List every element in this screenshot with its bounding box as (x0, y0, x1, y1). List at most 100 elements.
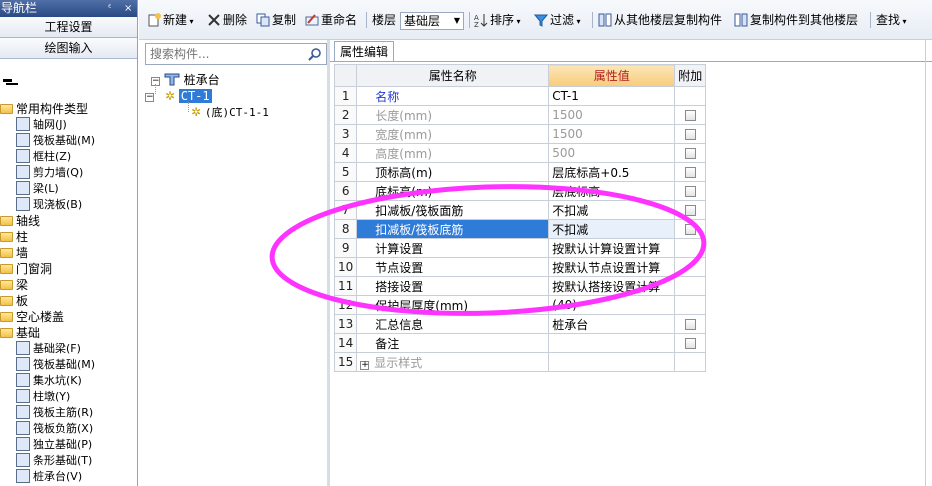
property-name-cell: 底标高(m) (356, 181, 550, 201)
tab-property-edit[interactable]: 属性编辑 (334, 41, 394, 62)
tree-child-node[interactable]: − ✲ CT-1 (145, 88, 212, 104)
property-row[interactable]: 5 顶标高(m) 层底标高+0.5 (333, 162, 707, 182)
property-row[interactable]: 10 节点设置 按默认节点设置计算 (333, 257, 707, 277)
property-value-cell[interactable]: (40) (548, 295, 676, 315)
nav-item[interactable]: 基础梁(F) (16, 341, 81, 357)
property-value-cell[interactable]: 1500 (548, 124, 676, 144)
rename-button[interactable]: 重命名 (305, 10, 357, 30)
property-value-cell[interactable]: 按默认节点设置计算 (548, 257, 676, 277)
nav-folder[interactable]: 门窗洞 (0, 261, 52, 277)
property-name-cell: 顶标高(m) (356, 162, 550, 182)
property-value: 层底标高 (552, 184, 601, 199)
delete-button[interactable]: 删除 (207, 10, 247, 30)
nav-item[interactable]: 筏板基础(M) (16, 357, 95, 373)
nav-item[interactable]: 桩承台(V) (16, 469, 82, 485)
property-value-cell[interactable]: 层底标高+0.5 (548, 162, 676, 182)
collapse-all-icon[interactable] (3, 79, 12, 82)
property-value-cell[interactable]: 不扣减 (548, 200, 676, 220)
nav-item[interactable]: 筏板负筋(X) (16, 421, 93, 437)
append-checkbox[interactable] (684, 205, 696, 216)
nav-folder[interactable]: 板 (0, 293, 28, 309)
nav-folder[interactable]: 轴线 (0, 213, 40, 229)
property-row[interactable]: 13 汇总信息 桩承台 (333, 314, 707, 334)
property-value-cell[interactable]: 按默认搭接设置计算 (548, 276, 676, 296)
project-settings-button[interactable]: 工程设置 (0, 17, 137, 38)
component-icon (16, 165, 30, 179)
property-name: 节点设置 (375, 260, 424, 275)
close-icon[interactable]: × (124, 0, 132, 17)
component-icon (16, 341, 30, 355)
pin-icon[interactable]: ᵋ (108, 0, 112, 17)
floor-select[interactable]: 基础层 ▼ (400, 12, 464, 30)
nav-item[interactable]: 集水坑(K) (16, 373, 82, 389)
property-row[interactable]: 2 长度(mm) 1500 (333, 105, 707, 125)
tree-root-node[interactable]: − 桩承台 (151, 72, 220, 88)
property-row[interactable]: 9 计算设置 按默认计算设置计算 (333, 238, 707, 258)
drawing-input-button[interactable]: 绘图输入 (0, 38, 137, 59)
property-row[interactable]: 8 扣减板/筏板底筋 不扣减 (333, 219, 707, 239)
nav-item[interactable]: 筏板基础(M) (16, 133, 95, 149)
nav-item-label: 筏板基础(M) (33, 134, 96, 147)
property-value-cell[interactable] (548, 352, 676, 372)
nav-item[interactable]: 筏板主筋(R) (16, 405, 93, 421)
nav-item[interactable]: 轴网(J) (16, 117, 67, 133)
nav-folder[interactable]: 基础 (0, 325, 40, 341)
search-input[interactable] (146, 44, 296, 64)
property-row[interactable]: 7 扣减板/筏板面筋 不扣减 (333, 200, 707, 220)
row-number: 1 (333, 86, 358, 106)
append-checkbox[interactable] (684, 224, 696, 235)
nav-folder[interactable]: 空心楼盖 (0, 309, 64, 325)
nav-item[interactable]: 独立基础(P) (16, 437, 92, 453)
property-value-cell[interactable]: 按默认计算设置计算 (548, 238, 676, 258)
copy-to-floor-label: 复制构件到其他楼层 (750, 13, 859, 27)
property-row[interactable]: 12 保护层厚度(mm) (40) (333, 295, 707, 315)
toolbar: 新建 ▾ 删除 复制 重命名 楼层 基础层 ▼ A Z 排序 ▾ 过滤 ▾ 从其他楼… (139, 0, 932, 40)
property-value-cell[interactable]: 不扣减 (548, 219, 676, 239)
append-checkbox[interactable] (684, 338, 696, 349)
copy-from-other-floor-button[interactable]: 从其他楼层复制构件 (598, 10, 722, 30)
nav-folder[interactable]: 柱 (0, 229, 28, 245)
sort-button[interactable]: A Z 排序 ▾ (474, 10, 521, 30)
property-row[interactable]: 4 高度(mm) 500 (333, 143, 707, 163)
nav-folder[interactable]: 梁 (0, 277, 28, 293)
property-value-cell[interactable]: 桩承台 (548, 314, 676, 334)
nav-item[interactable]: 条形基础(T) (16, 453, 92, 469)
tree-grandchild-node[interactable]: ✲ (底)CT-1-1 (191, 104, 269, 120)
property-row[interactable]: 15 + 显示样式 (333, 352, 707, 372)
property-value-cell[interactable]: 500 (548, 143, 676, 163)
copy-to-other-floor-button[interactable]: 复制构件到其他楼层 (734, 10, 858, 30)
append-checkbox[interactable] (684, 110, 696, 121)
append-checkbox[interactable] (684, 148, 696, 159)
copy-button[interactable]: 复制 (256, 10, 296, 30)
panel-splitter[interactable] (327, 40, 330, 486)
property-value-cell[interactable]: 1500 (548, 105, 676, 125)
nav-item[interactable]: 框柱(Z) (16, 149, 71, 165)
extra-cell (674, 200, 707, 220)
component-tree-panel: − 桩承台 − ✲ CT-1 ✲ (底)CT-1-1 (145, 68, 327, 486)
nav-item[interactable]: 剪力墙(Q) (16, 165, 83, 181)
nav-item[interactable]: 梁(L) (16, 181, 59, 197)
nav-item[interactable]: 现浇板(B) (16, 197, 82, 213)
property-row[interactable]: 14 备注 (333, 333, 707, 353)
append-checkbox[interactable] (684, 167, 696, 178)
new-button[interactable]: 新建 ▾ (147, 10, 194, 30)
append-checkbox[interactable] (684, 186, 696, 197)
property-row[interactable]: 6 底标高(m) 层底标高 (333, 181, 707, 201)
delete-label: 删除 (223, 13, 248, 27)
collapse-icon[interactable]: − (145, 93, 154, 102)
nav-folder[interactable]: 墙 (0, 245, 28, 261)
property-row[interactable]: 3 宽度(mm) 1500 (333, 124, 707, 144)
append-checkbox[interactable] (684, 319, 696, 330)
property-row[interactable]: 11 搭接设置 按默认搭接设置计算 (333, 276, 707, 296)
property-value-cell[interactable]: 层底标高 (548, 181, 676, 201)
search-icon[interactable] (308, 47, 322, 61)
expand-icon[interactable]: + (360, 360, 370, 370)
find-button[interactable]: 查找 ▾ (876, 10, 907, 30)
property-value-cell[interactable] (548, 333, 676, 353)
property-row[interactable]: 1 名称 CT-1 (333, 86, 707, 106)
nav-folder[interactable]: 常用构件类型 (0, 101, 88, 117)
append-checkbox[interactable] (684, 129, 696, 140)
property-value-cell[interactable]: CT-1 (548, 86, 676, 106)
filter-button[interactable]: 过滤 ▾ (534, 10, 581, 30)
nav-item[interactable]: 柱墩(Y) (16, 389, 70, 405)
